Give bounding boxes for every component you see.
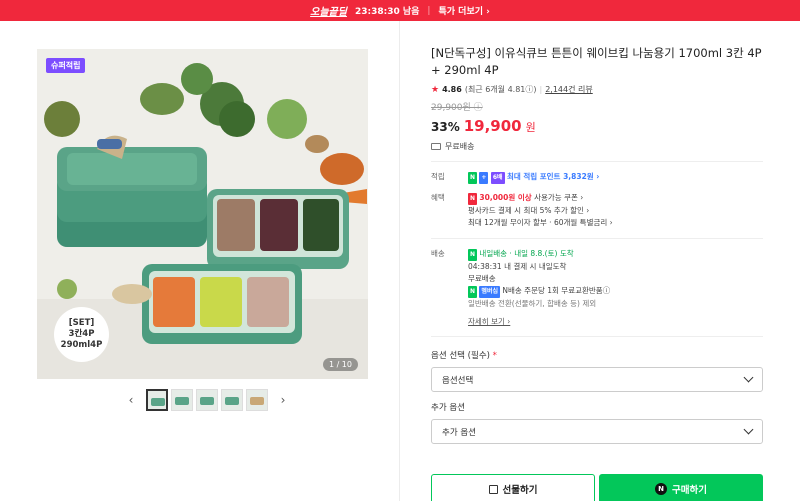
naver-n-badge: N: [468, 249, 478, 261]
delivery-label: 배송: [431, 249, 445, 258]
product-info-panel: [N단독구성] 이유식큐브 튼튼이 웨이브킵 나눔용기 1700ml 3칸 4P…: [431, 45, 763, 444]
naver-pay-icon: N: [655, 483, 668, 495]
thumbnail-2[interactable]: [171, 389, 193, 411]
promo-top-bar[interactable]: 오늘끝딜 23:38:30 남음 | 특가 더보기 ›: [0, 0, 800, 21]
thumbnail-1[interactable]: [146, 389, 168, 411]
gift-icon: [488, 484, 498, 494]
select-value: 옵션선택: [442, 375, 474, 386]
thumbnail-5[interactable]: [246, 389, 268, 411]
points-label: 적립: [431, 172, 445, 181]
required-option-select[interactable]: 옵션선택: [431, 367, 763, 392]
return-exception: 일반배송 전환(선물하기, 합배송 등) 제외: [468, 299, 597, 308]
arrival-cutoff: 04:38:31 내 결제 시 내일도착: [468, 262, 567, 271]
extra-option-select[interactable]: 추가 옵션: [431, 419, 763, 444]
plus-badge: +: [479, 172, 489, 184]
free-shipping: 무료배송: [468, 274, 496, 283]
arrival-type: 내일배송: [479, 249, 508, 258]
buy-button[interactable]: N 구매하기: [599, 474, 763, 501]
delivery-row: 배송 N 내일배송 · 내일 8.8.(토) 도착 04:38:31 내 결제 …: [431, 248, 763, 328]
gift-button-label: 선물하기: [502, 485, 538, 496]
currency-unit: 원: [525, 121, 536, 134]
rating-recent[interactable]: (최근 6개월 4.81ⓘ): [465, 84, 537, 95]
set-info-circle: [SET] 3칸4P 290ml4P: [54, 307, 109, 362]
required-option-text: 옵션 선택 (필수): [431, 351, 490, 361]
naver-n-badge: N: [468, 193, 478, 205]
required-option-label: 옵션 선택 (필수) *: [431, 349, 763, 361]
card-discount-link[interactable]: 평사카드 결제 시 최대 5% 추가 할인 ›: [468, 205, 763, 217]
chevron-down-icon: [743, 424, 754, 435]
sale-price: 19,900: [463, 117, 522, 135]
gift-button[interactable]: 선물하기: [431, 474, 595, 501]
discount-rate: 33%: [431, 120, 460, 134]
thumbnail-3[interactable]: [196, 389, 218, 411]
deal-brand: 오늘끝딜: [310, 7, 347, 18]
product-main-image[interactable]: 슈퍼적립 [SET] 3칸4P 290ml4P 1 / 10: [37, 49, 368, 379]
coupon-link[interactable]: 사용가능 쿠폰 ›: [532, 193, 583, 202]
points-row: 적립 N + 6배 최대 적립 포인트 3,832원 ›: [431, 171, 763, 184]
price-row: 33% 19,900 원: [431, 117, 763, 135]
star-icon: ★: [431, 84, 440, 95]
free-return-text[interactable]: N배송 주문당 1회 무료교환반품ⓘ: [502, 286, 610, 295]
divider: [431, 161, 763, 162]
select-value: 추가 옵션: [442, 427, 476, 438]
chevron-down-icon: [743, 372, 754, 383]
deal-timer: 23:38:30 남음: [354, 7, 420, 17]
set-line: 3칸4P: [68, 329, 95, 339]
reviews-link[interactable]: 2,144건 리뷰: [545, 84, 593, 95]
shipping-row: 무료배송: [431, 141, 763, 152]
extra-option-label: 추가 옵션: [431, 403, 465, 413]
set-line: [SET]: [68, 318, 95, 328]
required-mark: *: [492, 351, 497, 361]
super-points-badge: 슈퍼적립: [46, 58, 86, 73]
divider: |: [427, 5, 431, 16]
set-line: 290ml4P: [60, 340, 103, 350]
shipping-text: 무료배송: [445, 142, 475, 151]
more-deals-link[interactable]: 특가 더보기 ›: [438, 4, 489, 17]
multiplier-badge: 6배: [490, 172, 505, 184]
installment-link[interactable]: 최대 12개월 무이자 할부 · 60개월 특별금리 ›: [468, 217, 763, 229]
buy-button-label: 구매하기: [672, 485, 707, 496]
divider: [431, 238, 763, 239]
divider: [431, 336, 763, 337]
naver-n-badge: N: [468, 286, 478, 298]
column-divider: [399, 21, 400, 501]
max-points-link[interactable]: 최대 적립 포인트 3,832원 ›: [507, 172, 599, 181]
rating-score: 4.86: [442, 85, 462, 94]
benefit-label: 혜택: [431, 193, 445, 202]
benefit-row: 혜택 N 30,000원 이상 사용가능 쿠폰 › 평사카드 결제 시 최대 5…: [431, 192, 763, 229]
thumbnail-strip: ‹ ›: [124, 388, 290, 412]
naver-n-badge: N: [468, 172, 478, 184]
coupon-amount: 30,000원 이상: [479, 193, 532, 202]
image-page-indicator: 1 / 10: [322, 358, 358, 371]
thumbnail-4[interactable]: [221, 389, 243, 411]
action-buttons: 선물하기 N 구매하기: [431, 474, 763, 501]
chevron-left-icon[interactable]: ‹: [124, 393, 138, 407]
arrival-date: · 내일 8.8.(토) 도착: [509, 249, 574, 258]
membership-badge: 멤버십: [479, 286, 500, 298]
delivery-detail-link[interactable]: 자세히 보기 ›: [468, 316, 763, 328]
divider: |: [539, 85, 543, 94]
original-price: 29,900원 ⓘ: [431, 103, 483, 113]
truck-icon: [431, 143, 441, 150]
product-title: [N단독구성] 이유식큐브 튼튼이 웨이브킵 나눔용기 1700ml 3칸 4P…: [431, 46, 762, 77]
rating-row: ★ 4.86 (최근 6개월 4.81ⓘ) | 2,144건 리뷰: [431, 84, 763, 95]
chevron-right-icon[interactable]: ›: [276, 393, 290, 407]
